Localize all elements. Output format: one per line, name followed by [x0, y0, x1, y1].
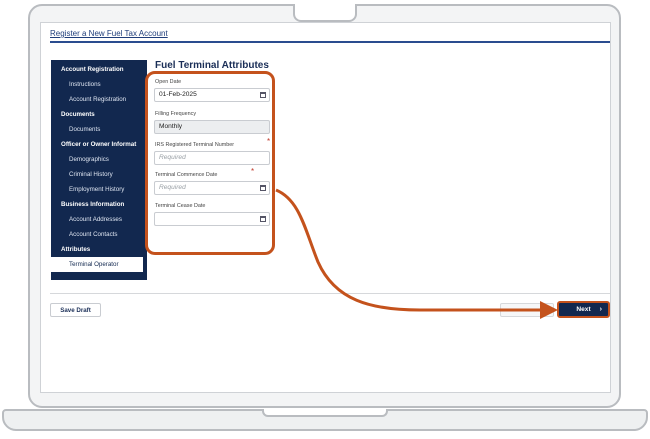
- sidebar-item-demographics[interactable]: Demographics: [51, 152, 147, 167]
- sidebar-section-business-information: Business Information: [61, 201, 125, 208]
- footer-divider: [50, 293, 610, 294]
- back-button[interactable]: [500, 303, 554, 317]
- screen: Register a New Fuel Tax Account Account …: [40, 22, 611, 393]
- sidebar-item-terminal-operator[interactable]: Terminal Operator: [51, 257, 143, 272]
- sidebar-section-officer-owner: Officer or Owner Informat: [61, 141, 137, 148]
- sidebar-item-account-addresses[interactable]: Account Addresses: [51, 212, 147, 227]
- highlight-callout-box: [145, 71, 275, 255]
- sidebar-nav: Account Registration Instructions Accoun…: [51, 60, 147, 280]
- page-title[interactable]: Register a New Fuel Tax Account: [50, 29, 168, 38]
- next-label: Next: [576, 306, 591, 313]
- sidebar-section-documents: Documents: [61, 111, 95, 118]
- save-draft-button[interactable]: Save Draft: [50, 303, 101, 317]
- next-button[interactable]: Next ›: [557, 301, 610, 318]
- sidebar-item-criminal-history[interactable]: Criminal History: [51, 167, 147, 182]
- form-heading: Fuel Terminal Attributes: [155, 60, 269, 71]
- sidebar-section-account-registration: Account Registration: [61, 66, 124, 73]
- sidebar-item-account-registration[interactable]: Account Registration: [51, 92, 147, 107]
- sidebar-item-instructions[interactable]: Instructions: [51, 77, 147, 92]
- laptop-camera-notch: [293, 4, 357, 22]
- laptop-base-groove: [262, 409, 388, 417]
- sidebar-item-documents[interactable]: Documents: [51, 122, 147, 137]
- sidebar-section-attributes: Attributes: [61, 246, 91, 253]
- sidebar-item-account-contacts[interactable]: Account Contacts: [51, 227, 147, 242]
- sidebar-item-employment-history[interactable]: Employment History: [51, 182, 147, 197]
- chevron-right-icon: ›: [599, 306, 602, 313]
- title-rule: [50, 41, 610, 43]
